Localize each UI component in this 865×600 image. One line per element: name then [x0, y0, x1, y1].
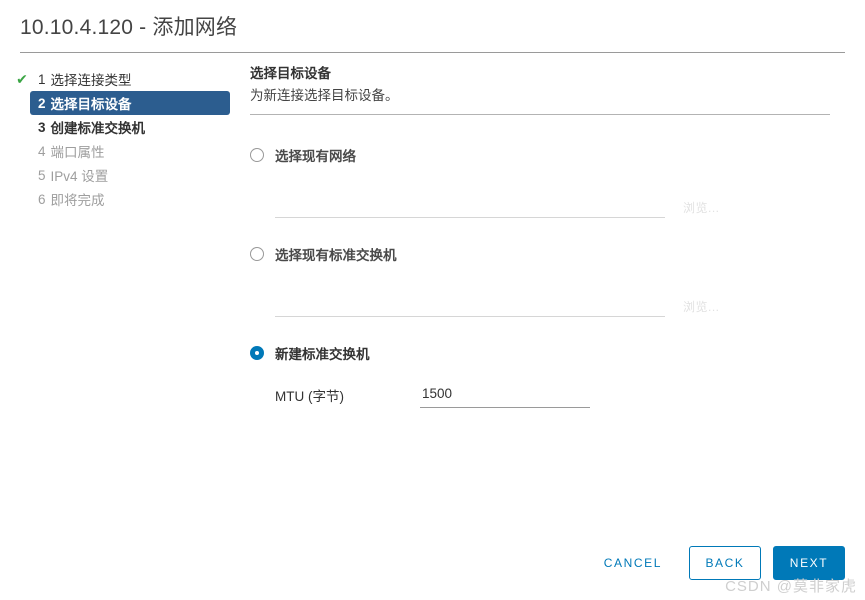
page-title: 10.10.4.120 - 添加网络: [20, 16, 238, 39]
sidebar-step-6-label: 即将完成: [50, 193, 105, 208]
content-subtitle: 为新连接选择目标设备。: [250, 88, 399, 103]
sidebar-step-3-number: 3: [38, 119, 46, 135]
radio-row-existing-network[interactable]: 选择现有网络: [250, 145, 865, 165]
wizard-body: ✔ 1 选择连接类型 2 选择目标设备 3 创建标准交换机 4 端口属性 5 I…: [0, 53, 865, 508]
radio-row-new-switch[interactable]: 新建标准交换机: [250, 343, 865, 363]
sidebar-step-3-label: 创建标准交换机: [50, 121, 146, 136]
next-button[interactable]: NEXT: [773, 546, 845, 580]
sidebar-step-1-label: 选择连接类型: [50, 73, 132, 88]
check-icon: ✔: [16, 71, 28, 87]
wizard-header: 10.10.4.120 - 添加网络: [0, 0, 865, 53]
mtu-field-row: MTU (字节) 1500: [250, 385, 865, 408]
existing-network-field-row: 浏览...: [250, 195, 865, 218]
cancel-button[interactable]: CANCEL: [589, 547, 677, 579]
existing-switch-field-row: 浏览...: [250, 294, 865, 317]
sidebar-step-4-label: 端口属性: [50, 145, 105, 160]
sidebar-step-2-pill: 2 选择目标设备: [30, 91, 230, 115]
sidebar-step-1[interactable]: ✔ 1 选择连接类型: [0, 67, 250, 91]
sidebar-step-1-number: 1: [38, 71, 46, 87]
mtu-label: MTU (字节): [275, 389, 344, 404]
sidebar-step-5-label: IPv4 设置: [50, 169, 109, 184]
radio-new-switch-label: 新建标准交换机: [275, 347, 370, 362]
radio-existing-network-label: 选择现有网络: [275, 149, 356, 164]
option-new-switch: 新建标准交换机 MTU (字节) 1500: [250, 343, 865, 408]
wizard-footer: CANCEL BACK NEXT: [0, 526, 865, 600]
sidebar-step-5: 5 IPv4 设置: [0, 163, 250, 187]
radio-existing-network-icon[interactable]: [250, 148, 264, 162]
sidebar-step-2-label: 选择目标设备: [50, 97, 132, 112]
existing-switch-input: [275, 294, 665, 317]
radio-existing-switch-label: 选择现有标准交换机: [275, 248, 397, 263]
sidebar-step-5-number: 5: [38, 167, 46, 183]
sidebar-step-3[interactable]: 3 创建标准交换机: [0, 115, 250, 139]
back-button[interactable]: BACK: [689, 546, 761, 580]
sidebar-step-3-pill: 3 创建标准交换机: [30, 115, 155, 139]
sidebar-step-2-number: 2: [38, 95, 46, 111]
sidebar-step-5-pill: 5 IPv4 设置: [30, 163, 118, 187]
sidebar-step-4-number: 4: [38, 143, 46, 159]
browse-switch-button: 浏览...: [683, 300, 720, 314]
sidebar-step-6-pill: 6 即将完成: [30, 187, 115, 211]
sidebar-step-2[interactable]: 2 选择目标设备: [0, 91, 250, 115]
radio-existing-switch-icon[interactable]: [250, 247, 264, 261]
content-title: 选择目标设备: [250, 66, 331, 81]
option-existing-switch: 选择现有标准交换机 浏览...: [250, 244, 865, 317]
wizard-content: 选择目标设备 为新连接选择目标设备。 选择现有网络 浏览... 选择现有标准交换…: [250, 65, 865, 408]
option-existing-network: 选择现有网络 浏览...: [250, 145, 865, 218]
browse-network-button: 浏览...: [683, 201, 720, 215]
sidebar-step-6: 6 即将完成: [0, 187, 250, 211]
wizard-step-list: ✔ 1 选择连接类型 2 选择目标设备 3 创建标准交换机 4 端口属性 5 I…: [0, 65, 250, 211]
radio-new-switch-icon[interactable]: [250, 346, 264, 360]
existing-network-input: [275, 195, 665, 218]
sidebar-step-4: 4 端口属性: [0, 139, 250, 163]
radio-row-existing-switch[interactable]: 选择现有标准交换机: [250, 244, 865, 264]
content-divider: [250, 114, 830, 115]
sidebar-step-6-number: 6: [38, 191, 46, 207]
mtu-input[interactable]: 1500: [420, 385, 590, 408]
sidebar-step-4-pill: 4 端口属性: [30, 139, 115, 163]
sidebar-step-1-pill: 1 选择连接类型: [30, 67, 142, 91]
